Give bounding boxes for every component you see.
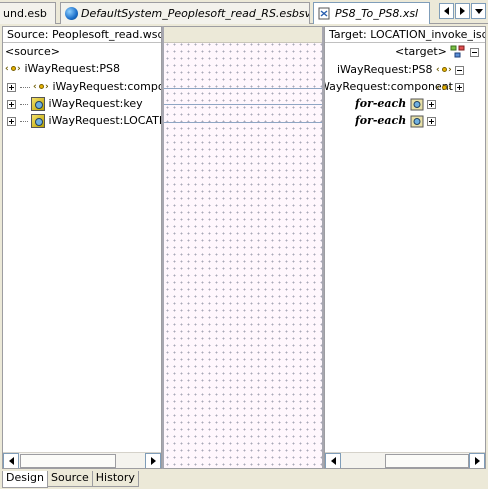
scroll-right-button[interactable] (145, 453, 161, 468)
globe-icon (65, 7, 78, 20)
mapping-link-key[interactable] (164, 104, 322, 105)
tab-nav-controls (439, 3, 486, 19)
arrow-left-icon (444, 7, 449, 15)
scroll-left-button[interactable] (3, 453, 19, 468)
expand-toggle[interactable] (427, 116, 437, 126)
node-label: iWayRequest:key (48, 97, 143, 110)
node-label: for-each (355, 97, 407, 110)
arrow-right-icon (474, 457, 480, 465)
sequence-element-icon (31, 97, 45, 111)
source-horizontal-scrollbar[interactable] (3, 452, 161, 468)
xsl-file-icon (318, 7, 330, 20)
tab-label: DefaultSystem_Peoplesoft_read_RS.esbsvc (81, 7, 310, 20)
source-pane: Source: Peoplesoft_read.wsdl <source> ‹ ›… (2, 26, 162, 469)
target-tree-node-component[interactable]: iWayRequest:component (325, 79, 453, 95)
mapping-canvas[interactable] (162, 26, 324, 469)
arrow-right-icon (150, 457, 156, 465)
node-label: for-each (355, 114, 407, 127)
expand-toggle[interactable] (7, 99, 16, 109)
node-label: iWayRequest:PS8 (337, 63, 433, 76)
tab-source[interactable]: Source (46, 471, 93, 487)
element-icon: ‹ › (5, 64, 21, 74)
mapping-canvas-header (164, 27, 322, 43)
expand-toggle[interactable] (455, 83, 464, 92)
target-root-node[interactable]: <target> (395, 44, 479, 60)
expand-toggle[interactable] (7, 82, 16, 92)
element-icon: ‹ › (33, 82, 49, 92)
mapping-link-component[interactable] (164, 88, 322, 89)
arrow-left-icon (8, 457, 14, 465)
arrow-right-icon (460, 7, 465, 15)
tab-label: PS8_To_PS8.xsl (335, 7, 419, 20)
scroll-thumb[interactable] (385, 454, 469, 468)
for-each-icon (410, 115, 424, 127)
node-label: iWayRequest:component (325, 80, 453, 93)
target-horizontal-scrollbar[interactable] (325, 452, 485, 468)
target-pane: Target: LOCATION_invoke_isds <target> iW… (324, 26, 486, 469)
source-header: Source: Peoplesoft_read.wsdl (3, 27, 161, 43)
source-tree-node-location[interactable]: iWayRequest:LOCATION (7, 113, 162, 129)
tab-design[interactable]: Design (2, 471, 48, 488)
node-label: iWayRequest:PS8 (24, 62, 120, 75)
node-label: iWayRequest:component (52, 80, 162, 93)
mapping-link-location[interactable] (164, 122, 322, 123)
collapse-toggle[interactable] (455, 65, 465, 75)
target-header: Target: LOCATION_invoke_isds (325, 27, 485, 43)
source-tree-node-ps8[interactable]: ‹ › iWayRequest:PS8 (5, 61, 120, 77)
node-label: iWayRequest:LOCATION (48, 114, 162, 127)
tab-label: und.esb (3, 7, 47, 20)
arrow-left-icon (330, 457, 336, 465)
tab-defaultsystem-esbsvc[interactable]: DefaultSystem_Peoplesoft_read_RS.esbsvc (60, 2, 310, 24)
scroll-thumb[interactable] (20, 454, 116, 468)
source-tree-node-component[interactable]: ‹› iWayRequest:component (7, 79, 162, 95)
element-icon: ‹ › (436, 83, 452, 93)
tab-list-dropdown-button[interactable] (471, 3, 486, 19)
expand-toggle[interactable] (427, 99, 437, 109)
scroll-right-button[interactable] (469, 453, 485, 468)
scroll-left-button[interactable] (325, 453, 341, 468)
tab-und-esb[interactable]: und.esb (0, 2, 56, 24)
xsl-mapper-window: und.esb DefaultSystem_Peoplesoft_read_RS… (0, 0, 488, 489)
collapse-toggle[interactable] (469, 47, 479, 57)
editor-tab-strip: und.esb DefaultSystem_Peoplesoft_read_RS… (0, 0, 488, 24)
element-icon: ‹ › (435, 65, 452, 75)
scroll-tabs-left-button[interactable] (439, 3, 454, 19)
target-tree-node-for-each-2[interactable]: for-each (355, 113, 437, 129)
expand-toggle[interactable] (7, 116, 16, 126)
target-tree-icon (450, 45, 465, 58)
source-tree-node-key[interactable]: iWayRequest:key (7, 96, 161, 112)
node-label: <target> (395, 45, 447, 58)
chevron-down-icon (474, 8, 483, 14)
target-tree-node-ps8[interactable]: iWayRequest:PS8 ‹ › (337, 62, 465, 78)
tab-ps8-to-ps8-xsl[interactable]: PS8_To_PS8.xsl (313, 2, 430, 24)
source-root-node[interactable]: <source> (5, 44, 60, 60)
editor-view-tabs: Design Source History (2, 471, 139, 488)
tree-connector (19, 120, 28, 122)
tree-connector (19, 86, 30, 88)
target-tree-node-for-each-1[interactable]: for-each (355, 96, 437, 112)
for-each-icon (410, 98, 424, 110)
sequence-element-icon (31, 114, 45, 128)
scroll-tabs-right-button[interactable] (455, 3, 470, 19)
tab-history[interactable]: History (91, 471, 139, 487)
canvas-scroll-area (164, 452, 322, 468)
tree-connector (19, 103, 28, 105)
